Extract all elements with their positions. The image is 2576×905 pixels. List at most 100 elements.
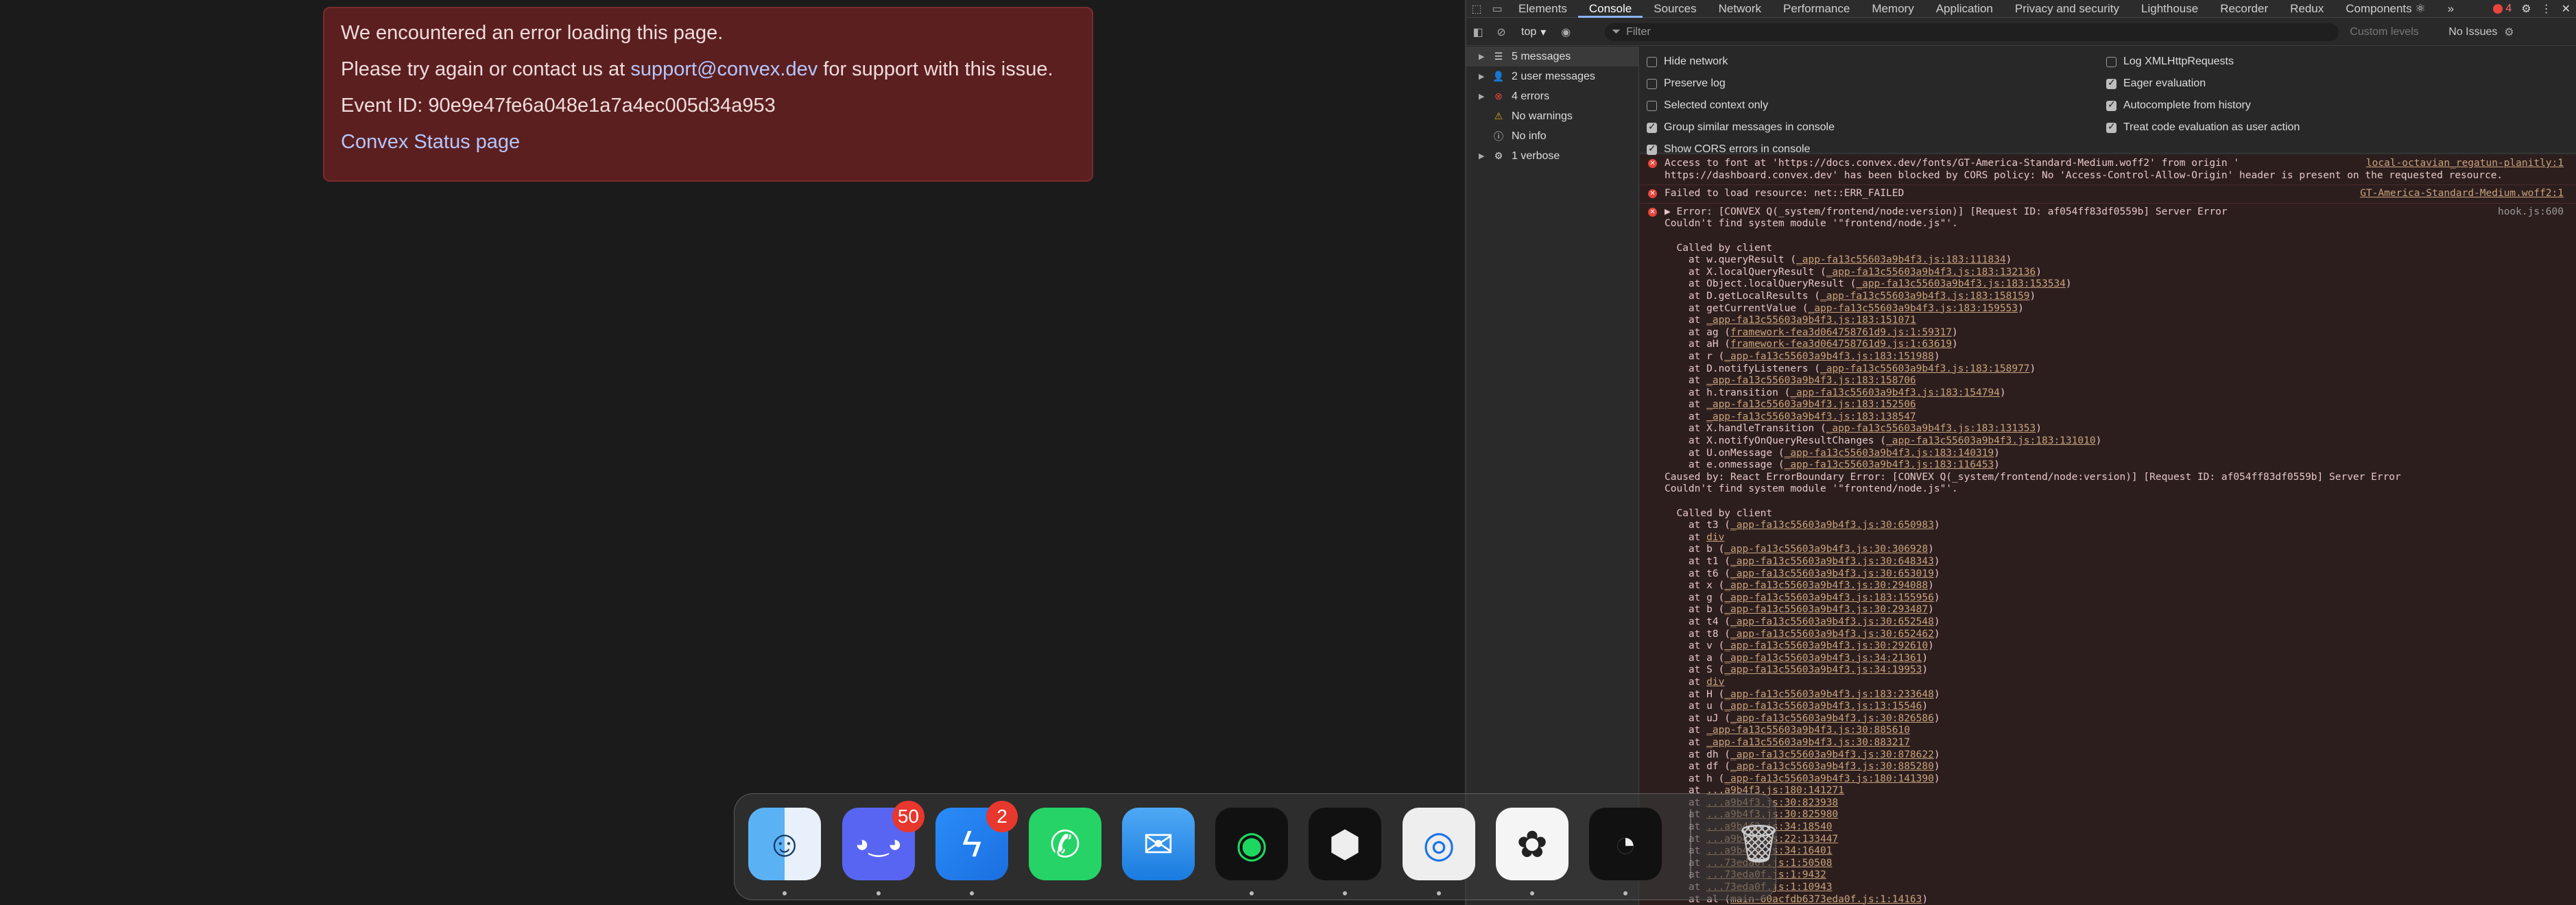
sidebar-item-no-warnings[interactable]: ⚠ No warnings: [1466, 106, 1638, 126]
issues-indicator[interactable]: No Issues: [2448, 26, 2497, 38]
setting-hide-network[interactable]: Hide network: [1647, 51, 1835, 73]
checkbox[interactable]: [2106, 56, 2116, 67]
setting-selected-context-only[interactable]: Selected context only: [1647, 95, 1835, 117]
tab-recorder[interactable]: Recorder: [2209, 0, 2279, 18]
console-message-error[interactable]: ✕ hook.js:600 ▶ Error: [CONVEX Q(_system…: [1640, 203, 2576, 905]
sidebar-toggle-icon[interactable]: ◧: [1466, 25, 1490, 39]
message-source-link[interactable]: GT-America-Standard-Medium.woff2:1: [2360, 188, 2564, 199]
source-link[interactable]: _app-fa13c55603a9b4f3.js:30:306928: [1724, 544, 1928, 555]
source-link[interactable]: framework-fea3d064758761d9.js:1:63619: [1730, 339, 1952, 350]
message-source-link[interactable]: hook.js:600: [2498, 206, 2564, 217]
dock-app-mail[interactable]: ✉: [1122, 808, 1195, 880]
dock-app-discord[interactable]: ◕‿◕ 50: [842, 801, 925, 880]
error-counter[interactable]: 4: [2493, 3, 2512, 15]
support-email-link[interactable]: support@convex.dev: [630, 58, 818, 80]
dock-app-finder[interactable]: ☺: [748, 808, 821, 880]
gear-icon[interactable]: ⚙: [2497, 25, 2520, 39]
log-levels-dropdown[interactable]: Custom levels: [2350, 26, 2439, 38]
source-link[interactable]: _app-fa13c55603a9b4f3.js:30:292610: [1724, 640, 1928, 651]
sidebar-item-5-messages[interactable]: ▶ ☰ 5 messages: [1466, 47, 1638, 67]
source-link[interactable]: _app-fa13c55603a9b4f3.js:30:294088: [1724, 580, 1928, 591]
source-link[interactable]: _app-fa13c55603a9b4f3.js:30:650983: [1730, 520, 1934, 531]
source-link[interactable]: _app-fa13c55603a9b4f3.js:183:154794: [1790, 387, 2000, 398]
checkbox[interactable]: [1647, 100, 1657, 111]
context-selector[interactable]: top ▾: [1513, 25, 1554, 39]
setting-autocomplete-from-history[interactable]: Autocomplete from history: [2106, 95, 2300, 117]
checkbox[interactable]: [2106, 77, 2116, 89]
source-link[interactable]: _app-fa13c55603a9b4f3.js:30:652462: [1730, 629, 1934, 640]
checkbox[interactable]: [1647, 121, 1657, 133]
checkbox[interactable]: [1647, 143, 1657, 155]
source-link[interactable]: _app-fa13c55603a9b4f3.js:183:116453: [1785, 459, 1994, 470]
sidebar-item-no-info[interactable]: ⓘ No info: [1466, 126, 1638, 146]
source-link[interactable]: _app-fa13c55603a9b4f3.js:183:131010: [1886, 435, 2096, 446]
gear-icon[interactable]: ⚙: [2521, 2, 2531, 16]
source-link[interactable]: _app-fa13c55603a9b4f3.js:30:648343: [1730, 556, 1934, 567]
filter-input[interactable]: ⏷ Filter: [1605, 23, 2339, 41]
source-link[interactable]: _app-fa13c55603a9b4f3.js:183:153534: [1856, 278, 2066, 289]
source-link[interactable]: _app-fa13c55603a9b4f3.js:180:141390: [1724, 773, 1934, 784]
source-link[interactable]: _app-fa13c55603a9b4f3.js:183:132136: [1826, 267, 2036, 278]
dock-app-linear[interactable]: ◔: [1589, 808, 1662, 880]
dock-app-chatgpt[interactable]: ✿: [1496, 808, 1569, 880]
setting-log-xmlhttprequests[interactable]: Log XMLHttpRequests: [2106, 51, 2300, 73]
source-link[interactable]: _app-fa13c55603a9b4f3.js:183:152506: [1706, 399, 1916, 410]
source-link[interactable]: _app-fa13c55603a9b4f3.js:183:111834: [1796, 254, 2006, 265]
source-link[interactable]: _app-fa13c55603a9b4f3.js:30:885280: [1730, 761, 1934, 772]
tab-network[interactable]: Network: [1708, 0, 1772, 18]
tab-application[interactable]: Application: [1925, 0, 2004, 18]
source-link[interactable]: _app-fa13c55603a9b4f3.js:183:155956: [1724, 592, 1934, 603]
tab-lighthouse[interactable]: Lighthouse: [2130, 0, 2209, 18]
setting-preserve-log[interactable]: Preserve log: [1647, 73, 1835, 95]
tab-memory[interactable]: Memory: [1861, 0, 1924, 18]
setting-eager-evaluation[interactable]: Eager evaluation: [2106, 73, 2300, 95]
source-link[interactable]: _app-fa13c55603a9b4f3.js:183:158159: [1820, 291, 2030, 302]
source-link[interactable]: _app-fa13c55603a9b4f3.js:34:21361: [1724, 653, 1922, 664]
checkbox[interactable]: [1647, 56, 1657, 67]
tab-console[interactable]: Console: [1577, 0, 1643, 18]
source-link[interactable]: _app-fa13c55603a9b4f3.js:30:826586: [1730, 713, 1934, 724]
source-link[interactable]: _app-fa13c55603a9b4f3.js:183:159553: [1809, 303, 2018, 314]
more-options-icon[interactable]: ⋮: [2541, 2, 2552, 16]
close-icon[interactable]: ✕: [2562, 2, 2571, 16]
source-link[interactable]: _app-fa13c55603a9b4f3.js:34:19953: [1724, 664, 1922, 675]
message-source-link[interactable]: local-octavian_regatun-planitly:1: [2366, 158, 2564, 169]
device-toolbar-icon[interactable]: ▭: [1487, 0, 1507, 18]
tab-redux[interactable]: Redux: [2279, 0, 2335, 18]
source-link[interactable]: _app-fa13c55603a9b4f3.js:183:158977: [1820, 363, 2030, 374]
dock-app-chrome[interactable]: ◎: [1403, 808, 1475, 880]
tab-components[interactable]: Components ⚛: [2335, 0, 2436, 18]
checkbox[interactable]: [2106, 121, 2116, 133]
inspect-element-icon[interactable]: ⬚: [1466, 0, 1487, 18]
tab-sources[interactable]: Sources: [1643, 0, 1707, 18]
source-link[interactable]: _app-fa13c55603a9b4f3.js:183:233648: [1724, 689, 1934, 700]
source-link[interactable]: _app-fa13c55603a9b4f3.js:30:878622: [1730, 749, 1934, 760]
source-link[interactable]: _app-fa13c55603a9b4f3.js:183:151071: [1706, 315, 1916, 326]
eye-icon[interactable]: ◉: [1554, 25, 1577, 39]
setting-treat-code-evaluation-as-user-action[interactable]: Treat code evaluation as user action: [2106, 117, 2300, 138]
sidebar-item-1-verbose[interactable]: ▶ ⚙ 1 verbose: [1466, 146, 1638, 166]
checkbox[interactable]: [2106, 99, 2116, 111]
source-link[interactable]: _app-fa13c55603a9b4f3.js:30:293487: [1724, 604, 1928, 615]
tab-performance[interactable]: Performance: [1772, 0, 1861, 18]
source-link[interactable]: div: [1706, 677, 1724, 688]
sidebar-item-2-user-messages[interactable]: ▶ 👤 2 user messages: [1466, 67, 1638, 86]
dock-app-messenger[interactable]: ϟ2: [935, 801, 1018, 880]
sidebar-item-4-errors[interactable]: ▶ ⊗ 4 errors: [1466, 86, 1638, 106]
status-page-link[interactable]: Convex Status page: [341, 131, 520, 153]
tab-privacy-and-security[interactable]: Privacy and security: [2004, 0, 2130, 18]
source-link[interactable]: _app-fa13c55603a9b4f3.js:183:138547: [1706, 411, 1916, 422]
more-tabs-button[interactable]: »: [2437, 0, 2465, 18]
setting-group-similar-messages-in-console[interactable]: Group similar messages in console: [1647, 117, 1835, 138]
source-link[interactable]: _app-fa13c55603a9b4f3.js:30:883217: [1706, 737, 1910, 748]
source-link[interactable]: _app-fa13c55603a9b4f3.js:183:140319: [1785, 448, 1994, 459]
dock-app-whatsapp[interactable]: ✆: [1029, 808, 1101, 880]
source-link[interactable]: _app-fa13c55603a9b4f3.js:183:158706: [1706, 375, 1916, 386]
tab-elements[interactable]: Elements: [1507, 0, 1578, 18]
source-link[interactable]: _app-fa13c55603a9b4f3.js:13:15546: [1724, 701, 1922, 712]
console-message-failed[interactable]: ✕ GT-America-Standard-Medium.woff2:1 Fai…: [1640, 185, 2576, 204]
dock-app-spotify[interactable]: ◉: [1215, 808, 1288, 880]
dock-app-cube[interactable]: ⬢: [1309, 808, 1381, 880]
source-link[interactable]: _app-fa13c55603a9b4f3.js:30:652548: [1730, 616, 1934, 627]
source-link[interactable]: _app-fa13c55603a9b4f3.js:183:151988: [1724, 351, 1934, 362]
